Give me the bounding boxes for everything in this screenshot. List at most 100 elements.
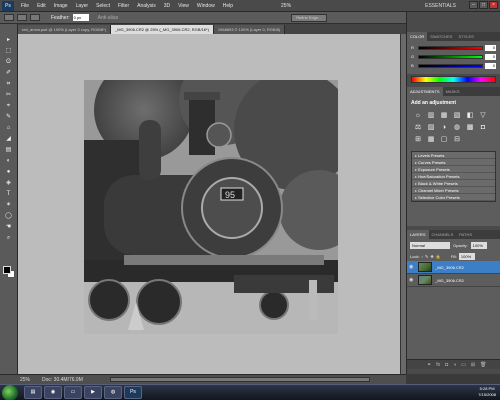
visibility-eye-icon[interactable]: ◉ — [409, 264, 415, 270]
adjustment-icon[interactable]: ⊟ — [452, 135, 462, 144]
media-icon[interactable]: ▶ — [84, 386, 102, 399]
menu-3d[interactable]: 3D — [160, 3, 174, 9]
adjustment-icon[interactable]: ▽ — [478, 111, 488, 120]
lock-all-icon[interactable]: 🔒 — [436, 254, 441, 259]
adjustment-icon[interactable]: ▢ — [439, 135, 449, 144]
app-icon[interactable]: ◍ — [104, 386, 122, 399]
adjustment-icon[interactable]: ▩ — [465, 123, 475, 132]
tool-icon[interactable]: ⬚ — [3, 47, 15, 56]
adjustment-icon[interactable]: ▨ — [426, 123, 436, 132]
group-icon[interactable]: ▭ — [461, 362, 466, 368]
status-zoom[interactable]: 25% — [20, 377, 30, 383]
layer-style-icon[interactable]: fx — [436, 362, 440, 368]
tab-layers[interactable]: LAYERS — [407, 230, 429, 239]
tab-mg-3906[interactable]: _MG_3906.CR2 @ 25% (_MG_3906.CR2, RGB/16… — [111, 25, 214, 34]
menu-image[interactable]: Image — [50, 3, 72, 9]
adjustment-icon[interactable]: ▧ — [452, 111, 462, 120]
feather-input[interactable]: 0 px — [72, 14, 89, 21]
refine-edge-button[interactable]: Refine Edge... — [291, 13, 327, 22]
tool-icon[interactable]: ✐ — [3, 69, 15, 78]
adjustment-icon[interactable]: ☼ — [413, 111, 423, 120]
menu-window[interactable]: Window — [193, 3, 219, 9]
tool-icon[interactable]: ✶ — [3, 201, 15, 210]
visibility-eye-icon[interactable]: ◉ — [409, 277, 415, 283]
horizontal-scrollbar[interactable] — [110, 377, 370, 382]
new-selection-mode[interactable] — [17, 14, 27, 21]
adjustment-icon[interactable]: ▥ — [426, 111, 436, 120]
foreground-color-swatch[interactable] — [3, 266, 11, 274]
workspace-switcher[interactable]: ESSENTIALS — [408, 1, 458, 10]
delete-layer-icon[interactable]: 🗑 — [480, 362, 486, 368]
tab-swatches[interactable]: SWATCHES — [427, 32, 455, 41]
fill-input[interactable]: 100% — [458, 253, 475, 260]
blue-value[interactable]: 0 — [485, 62, 496, 69]
anti-alias-checkbox[interactable]: Anti-alias — [98, 15, 119, 21]
menu-layer[interactable]: Layer — [72, 3, 93, 9]
menu-analysis[interactable]: Analysis — [133, 3, 160, 9]
adjustment-icon[interactable]: ⚖ — [413, 123, 423, 132]
tool-icon[interactable]: ⌕ — [3, 234, 15, 243]
preset-item[interactable]: Exposure Presets — [412, 166, 495, 173]
menu-view[interactable]: View — [174, 3, 193, 9]
explorer-icon[interactable]: ▤ — [24, 386, 42, 399]
adjustment-icon[interactable]: ◘ — [478, 123, 488, 132]
opacity-input[interactable]: 100% — [470, 242, 487, 249]
adjustment-icon[interactable]: ◧ — [465, 111, 475, 120]
green-value[interactable]: 0 — [485, 53, 496, 60]
menu-filter[interactable]: Filter — [114, 3, 133, 9]
adjustment-icon[interactable]: ◑ — [439, 123, 449, 132]
menu-select[interactable]: Select — [92, 3, 114, 9]
tool-icon[interactable]: ✎ — [3, 113, 15, 122]
blend-mode-select[interactable]: Normal — [410, 242, 450, 249]
tab-red-arrow[interactable]: red_arrow.psd @ 100% (Layer 3 copy, RGB/… — [18, 25, 112, 34]
tool-icon[interactable]: ◈ — [3, 179, 15, 188]
tool-preset-picker[interactable] — [4, 14, 14, 21]
zoom-level-menu[interactable]: 25% — [277, 3, 295, 9]
tool-icon[interactable]: ▸ — [3, 36, 15, 45]
start-button[interactable] — [2, 384, 18, 400]
close-button[interactable]: × — [489, 1, 498, 9]
tool-icon[interactable]: ʘ — [3, 58, 15, 67]
tab-channels[interactable]: CHANNELS — [429, 230, 457, 239]
red-ramp[interactable] — [418, 45, 483, 50]
browser-icon[interactable]: ◉ — [44, 386, 62, 399]
link-layers-icon[interactable]: ⚭ — [427, 362, 431, 368]
tab-color[interactable]: COLOR — [407, 32, 428, 41]
tab-1968893[interactable]: 1968893 © 100% (Layer 0, RGB/8) — [213, 25, 286, 34]
color-spectrum[interactable] — [411, 76, 496, 83]
tool-icon[interactable]: ✂ — [3, 91, 15, 100]
menu-edit[interactable]: Edit — [33, 3, 50, 9]
preset-item[interactable]: Channel Mixer Presets — [412, 187, 495, 194]
tab-masks[interactable]: MASKS — [443, 87, 463, 96]
preset-item[interactable]: Selective Color Presets — [412, 194, 495, 201]
new-layer-icon[interactable]: ⊞ — [471, 362, 475, 368]
tool-icon[interactable]: T — [3, 190, 15, 199]
preset-item[interactable]: Black & White Presets — [412, 180, 495, 187]
adjustment-layer-icon[interactable]: ◑ — [453, 362, 456, 368]
system-clock[interactable]: 5:28 PM 7/15/2008 — [478, 386, 496, 398]
tab-adjustments[interactable]: ADJUSTMENTS — [407, 87, 443, 96]
tool-icon[interactable]: ▤ — [3, 146, 15, 155]
menu-file[interactable]: File — [17, 3, 33, 9]
adjustment-icon[interactable]: ▦ — [426, 135, 436, 144]
preset-item[interactable]: Hue/Saturation Presets — [412, 173, 495, 180]
add-mask-icon[interactable]: ◘ — [445, 362, 448, 368]
adjustment-icon[interactable]: ▦ — [439, 111, 449, 120]
preset-item[interactable]: Curves Presets — [412, 159, 495, 166]
tool-icon[interactable]: ⌂ — [3, 124, 15, 133]
tool-icon[interactable]: ☚ — [3, 223, 15, 232]
preset-item[interactable]: Levels Presets — [412, 152, 495, 159]
tool-icon[interactable]: ◢ — [3, 135, 15, 144]
layer-row[interactable]: ◉ _MG_3906.CR2 — [407, 261, 500, 274]
tool-icon[interactable]: ⌗ — [3, 80, 15, 89]
red-value[interactable]: 0 — [485, 44, 496, 51]
tab-paths[interactable]: PATHS — [456, 230, 475, 239]
tool-icon[interactable]: ● — [3, 168, 15, 177]
menu-help[interactable]: Help — [219, 3, 237, 9]
tool-icon[interactable]: ⌖ — [3, 102, 15, 111]
folder-icon[interactable]: ▭ — [64, 386, 82, 399]
document-image[interactable]: 95 — [84, 80, 338, 334]
layer-row[interactable]: ◉ _MG_3906.CR2 — [407, 274, 500, 287]
blue-ramp[interactable] — [418, 63, 483, 68]
tool-icon[interactable]: ◯ — [3, 212, 15, 221]
